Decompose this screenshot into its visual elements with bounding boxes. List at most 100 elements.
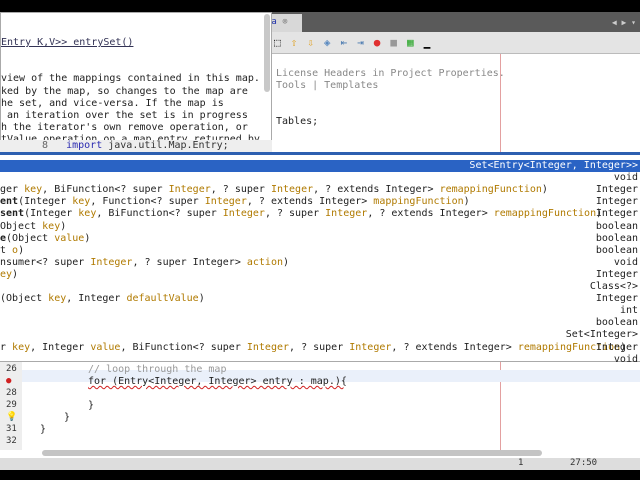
completion-item[interactable]: nsumer<? super Integer, ? super Integer>… (0, 257, 640, 269)
param-name: Integer (246, 341, 290, 353)
param-name: ey (0, 268, 13, 280)
javadoc-line: h the iterator's own remove operation, o… (1, 121, 248, 133)
line-number: 8 (42, 140, 49, 151)
code-line: for (Entry<Integer, Integer> entry : map… (88, 376, 347, 387)
completion-item[interactable]: r key, Integer value, BiFunction<? super… (0, 342, 640, 354)
method-name: ent (0, 196, 19, 208)
javadoc-popup: Entry K,V>> entrySet() view of the mappi… (0, 12, 272, 144)
javadoc-text: view of the mappings contained in this m… (1, 73, 271, 143)
line-number: 29 (6, 400, 17, 410)
record-macro-icon[interactable]: ● (374, 36, 381, 49)
comment-line: Tools | Templates (276, 80, 379, 91)
caret-position: 27:50 (570, 458, 598, 468)
import-line: 8 import java.util.Map.Entry; (0, 140, 272, 152)
javadoc-scrollbar[interactable] (264, 14, 270, 92)
code-area[interactable]: // loop through the map for (Entry<Intege… (22, 362, 640, 450)
completion-item[interactable]: (Object key, Integer defaultValue) Intege… (0, 293, 640, 305)
completion-signature: ey) (0, 269, 18, 281)
toggle-bookmark-icon[interactable]: ◈ (324, 36, 331, 49)
horizontal-scrollbar[interactable] (42, 450, 542, 456)
code-line: } (40, 424, 47, 435)
editor-tab-bar (262, 12, 640, 32)
method-params: r key, Integer value, BiFunction<? super… (0, 341, 627, 353)
completion-signature: (Object key, Integer defaultValue) (0, 293, 205, 305)
uncomment-icon[interactable]: ▁ (424, 36, 431, 49)
completion-signature: nsumer<? super Integer, ? super Integer>… (0, 257, 289, 269)
completion-item[interactable]: ent(Integer key, Function<? super Intege… (0, 196, 640, 208)
code-completion-popup: Set<Entry<Integer, Integer>> void ger key,… (0, 155, 640, 365)
status-bar: 1 27:50 (0, 458, 640, 470)
close-icon[interactable]: ⊗ (282, 17, 287, 27)
method-params: ey) (0, 268, 19, 280)
bulb-error-icon[interactable]: 💡 (6, 412, 17, 422)
completion-signature: ger key, BiFunction<? super Integer, ? s… (0, 184, 548, 196)
completion-item[interactable]: boolean (0, 317, 640, 329)
completion-signature: sent(Integer key, BiFunction<? super Int… (0, 208, 602, 220)
return-type: boolean (595, 244, 638, 256)
code-line: Tables; (276, 116, 319, 127)
return-type: void (613, 172, 638, 184)
param-name: key (48, 293, 67, 305)
param-name: value (54, 232, 85, 244)
completion-item[interactable]: Set<Entry<Integer, Integer>> (0, 160, 640, 173)
return-type: Class<?> (589, 281, 638, 292)
keyword: import (66, 140, 103, 151)
param-name: Integer (90, 256, 133, 268)
method-params: nsumer<? super Integer, ? super Integer>… (0, 256, 290, 268)
stop-macro-icon[interactable]: ■ (390, 36, 397, 49)
line-number: 26 (6, 364, 17, 374)
return-type: Integer (595, 268, 638, 280)
return-type: Integer (595, 293, 638, 305)
param-name: Integer (349, 341, 392, 353)
editor-toolbar: ⬚ ⇧ ⇩ ◈ ⇤ ⇥ ● ■ ▦ ▁ (262, 32, 640, 54)
param-name: mappingFunction (373, 196, 464, 208)
javadoc-line: view of the mappings contained in this m… (1, 73, 260, 85)
param-name: key (24, 184, 43, 196)
completion-item[interactable]: void (0, 172, 640, 184)
method-params: (Integer key, BiFunction<? super Integer… (24, 208, 603, 220)
return-type: Integer (595, 208, 638, 220)
completion-signature: t o) (0, 245, 24, 257)
code-line: } (64, 412, 71, 423)
select-icon[interactable]: ⬚ (274, 36, 281, 49)
error-icon[interactable]: ● (6, 376, 11, 386)
completion-item[interactable]: Set<Integer> (0, 329, 640, 341)
javadoc-line: ked by the map, so changes to the map ar… (1, 85, 248, 97)
comment-icon[interactable]: ▦ (407, 36, 414, 49)
notifications-badge[interactable]: 1 (518, 458, 523, 468)
code-line: } (88, 400, 95, 411)
shift-right-icon[interactable]: ⇥ (357, 36, 364, 49)
completion-item[interactable]: ger key, BiFunction<? super Integer, ? s… (0, 184, 640, 196)
prev-bookmark-icon[interactable]: ⇧ (291, 36, 298, 49)
param-name: key (42, 220, 61, 232)
completion-item[interactable]: e(Object value) boolean (0, 233, 640, 245)
import-text: java.util.Map.Entry; (102, 140, 229, 151)
method-params: t o) (0, 244, 25, 256)
return-type: boolean (595, 220, 638, 232)
return-type: Integer (595, 196, 638, 208)
completion-signature: r key, Integer value, BiFunction<? super… (0, 342, 626, 354)
line-number: 32 (6, 436, 17, 446)
code-line: // loop through the map (88, 364, 227, 375)
completion-item[interactable]: Object key) boolean (0, 221, 640, 233)
completion-item[interactable]: ey) Integer (0, 269, 640, 281)
comment-line: License Headers in Project Properties. (276, 68, 505, 79)
line-number: 28 (6, 388, 17, 398)
param-name: action (246, 256, 283, 268)
tab-nav-buttons[interactable]: ◀ ▶ ▾ (612, 18, 636, 27)
method-params: Object key) (0, 220, 67, 232)
next-bookmark-icon[interactable]: ⇩ (307, 36, 314, 49)
return-type: int (619, 305, 638, 317)
shift-left-icon[interactable]: ⇤ (341, 36, 348, 49)
param-name: remappingFunction (493, 208, 597, 220)
return-type: Set<Integer> (565, 329, 638, 341)
completion-item[interactable]: Class<?> (0, 281, 640, 293)
javadoc-signature[interactable]: Entry K,V>> entrySet() (1, 37, 271, 49)
completion-item[interactable]: sent(Integer key, BiFunction<? super Int… (0, 208, 640, 220)
completion-item[interactable]: t o) boolean (0, 245, 640, 257)
completion-item[interactable]: int (0, 305, 640, 317)
param-name: Integer (168, 184, 211, 196)
return-type: Set<Entry<Integer, Integer>> (469, 160, 638, 171)
param-name: value (90, 341, 121, 353)
return-type: void (613, 256, 638, 268)
